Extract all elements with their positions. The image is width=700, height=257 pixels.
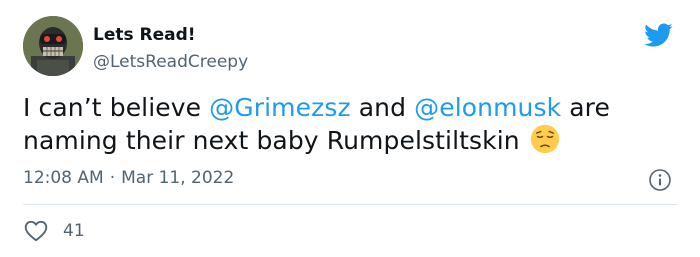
tweet-card: Lets Read! @LetsReadCreepy I can’t belie… bbox=[0, 0, 700, 257]
tweet-text-part: I can’t believe bbox=[23, 93, 210, 122]
divider bbox=[23, 204, 678, 205]
tweet-timestamp[interactable]: 12:08 AM · Mar 11, 2022 bbox=[23, 168, 234, 188]
pensive-face-emoji-icon bbox=[530, 124, 559, 154]
tweet-text: I can’t believe @Grimezsz and @elonmusk … bbox=[23, 92, 663, 157]
avatar[interactable] bbox=[23, 16, 83, 76]
heart-icon bbox=[24, 220, 48, 242]
author-display-name[interactable]: Lets Read! bbox=[93, 25, 196, 45]
author-handle[interactable]: @LetsReadCreepy bbox=[93, 52, 248, 72]
meta-separator: · bbox=[109, 168, 116, 188]
info-icon[interactable] bbox=[648, 168, 672, 192]
avatar-image bbox=[23, 16, 83, 76]
tweet-time: 12:08 AM bbox=[23, 168, 104, 188]
twitter-bird-icon[interactable] bbox=[640, 20, 676, 50]
like-button[interactable]: 41 bbox=[23, 218, 85, 244]
mention-link-grimezsz[interactable]: @Grimezsz bbox=[209, 93, 351, 122]
mention-link-elonmusk[interactable]: @elonmusk bbox=[414, 93, 561, 122]
tweet-text-part: and bbox=[350, 93, 415, 122]
like-count: 41 bbox=[63, 221, 85, 241]
tweet-date: Mar 11, 2022 bbox=[121, 168, 235, 188]
